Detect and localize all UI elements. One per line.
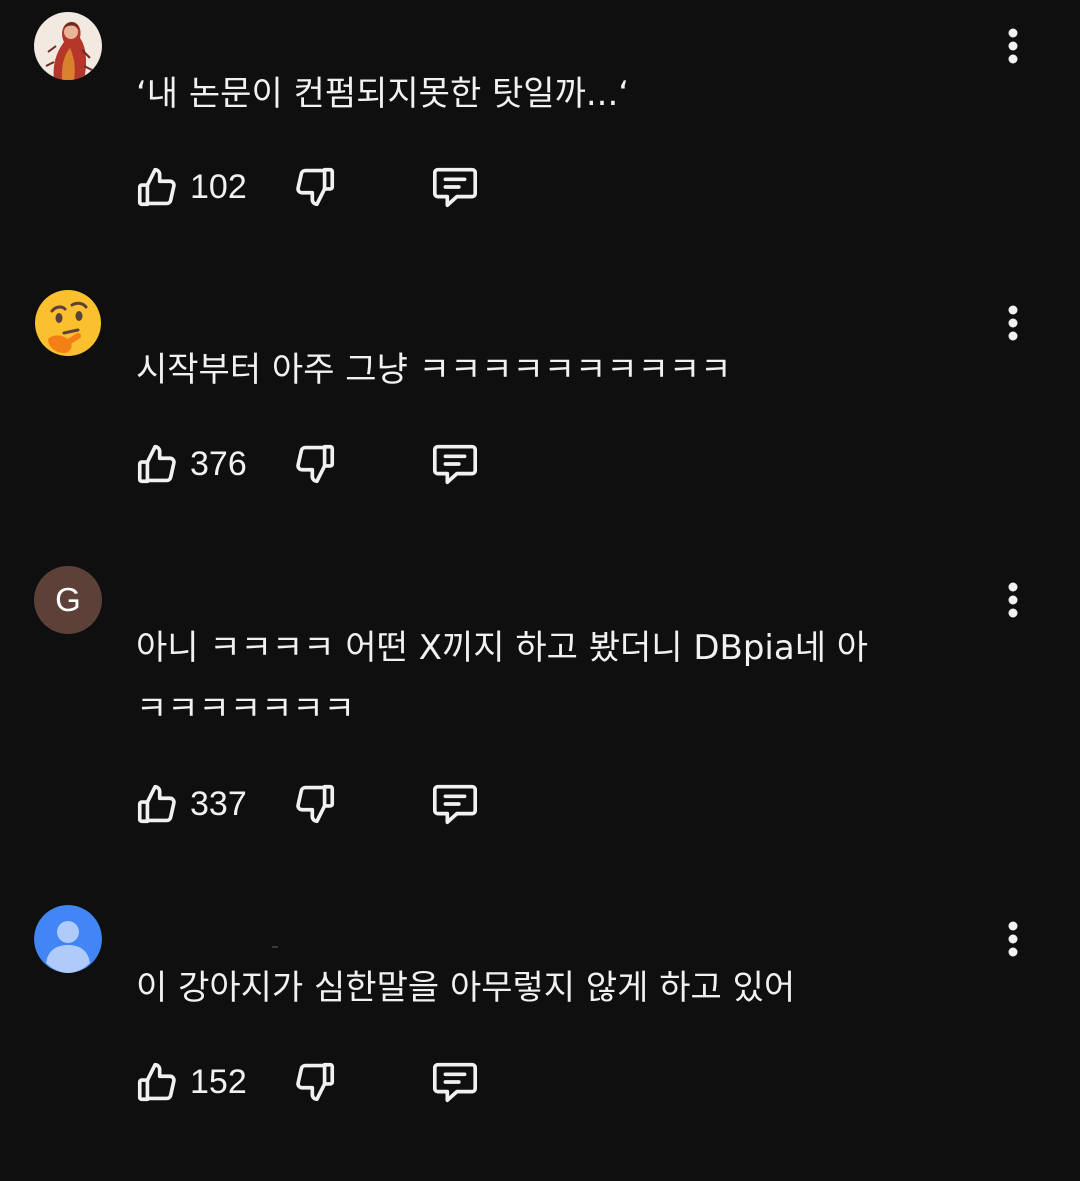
more-vertical-icon bbox=[1008, 582, 1018, 618]
more-options-button[interactable] bbox=[996, 919, 1030, 959]
thumbs-down-icon bbox=[296, 784, 335, 824]
like-button[interactable]: 152 bbox=[134, 1057, 247, 1107]
thumbs-up-icon bbox=[137, 444, 176, 484]
thinking-face-emoji-avatar-icon[interactable] bbox=[34, 289, 102, 357]
more-vertical-icon bbox=[1008, 921, 1018, 957]
more-options-button[interactable] bbox=[996, 303, 1030, 343]
comment-actions: 102 bbox=[134, 162, 534, 212]
dislike-button[interactable] bbox=[292, 779, 338, 829]
dislike-button[interactable] bbox=[292, 162, 338, 212]
comment-reply-icon bbox=[432, 784, 478, 825]
more-options-button[interactable] bbox=[996, 26, 1030, 66]
thumbs-down-icon bbox=[296, 167, 335, 207]
comment-reply-icon bbox=[432, 167, 478, 208]
dislike-button[interactable] bbox=[292, 1057, 338, 1107]
thumbs-up-icon bbox=[137, 167, 176, 207]
letter-avatar-icon[interactable]: G bbox=[34, 566, 102, 634]
comment-text: 아니 ㅋㅋㅋㅋ 어떤 X끼지 하고 봤더니 DBpia네 아 ㅋㅋㅋㅋㅋㅋㅋ bbox=[136, 628, 879, 729]
reply-button[interactable] bbox=[430, 439, 480, 489]
thumbs-up-icon bbox=[137, 1062, 176, 1102]
like-button[interactable]: 376 bbox=[134, 439, 247, 489]
more-vertical-icon bbox=[1008, 28, 1018, 64]
like-button[interactable]: 102 bbox=[134, 162, 247, 212]
dislike-button[interactable] bbox=[292, 439, 338, 489]
comment-actions: 376 bbox=[134, 439, 534, 489]
like-count: 337 bbox=[190, 784, 247, 823]
thumbs-down-icon bbox=[296, 444, 335, 484]
comment-text: 이 강아지가 심한말을 아무렇지 않게 하고 있어 bbox=[136, 968, 796, 1008]
comment-reply-icon bbox=[432, 1062, 478, 1103]
comment-actions: 337 bbox=[134, 779, 534, 829]
more-options-button[interactable] bbox=[996, 580, 1030, 620]
reply-button[interactable] bbox=[430, 162, 480, 212]
like-count: 376 bbox=[190, 444, 247, 483]
reply-button[interactable] bbox=[430, 1057, 480, 1107]
comment-reply-icon bbox=[432, 444, 478, 485]
like-button[interactable]: 337 bbox=[134, 779, 247, 829]
reply-button[interactable] bbox=[430, 779, 480, 829]
default-user-avatar-icon[interactable] bbox=[34, 905, 102, 973]
thumbs-down-icon bbox=[296, 1062, 335, 1102]
comment-text: 시작부터 아주 그냥 ㅋㅋㅋㅋㅋㅋㅋㅋㅋㅋ bbox=[136, 350, 732, 390]
more-vertical-icon bbox=[1008, 305, 1018, 341]
illustrated-figure-avatar-icon[interactable] bbox=[34, 12, 102, 80]
like-count: 102 bbox=[190, 167, 247, 206]
username-remnant bbox=[272, 946, 278, 948]
comment-text: ‘내 논문이 컨펌되지못한 탓일까...‘ bbox=[136, 74, 630, 114]
comment-actions: 152 bbox=[134, 1057, 534, 1107]
like-count: 152 bbox=[190, 1062, 247, 1101]
thumbs-up-icon bbox=[137, 784, 176, 824]
